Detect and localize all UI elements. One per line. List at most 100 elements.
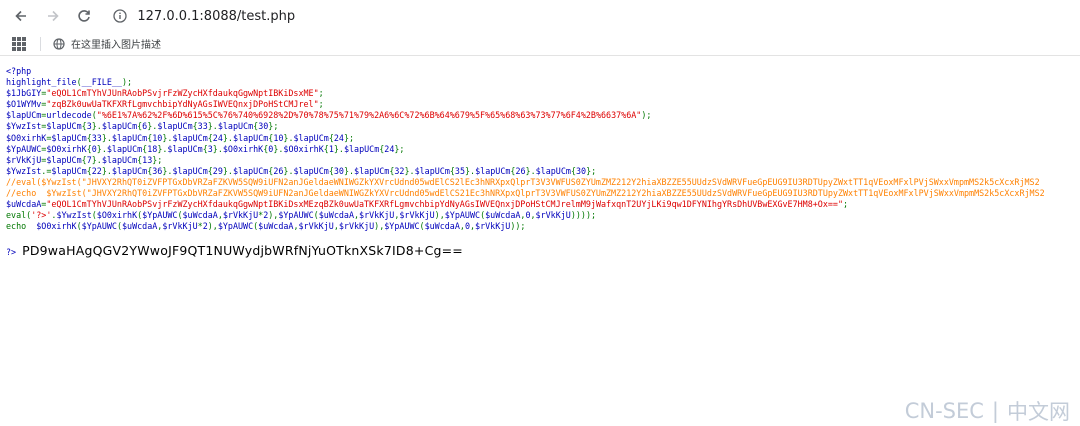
- code-token: }.: [273, 143, 284, 154]
- bookmark-label: 在这里插入图片描述: [71, 40, 161, 51]
- code-token: $uWcdaA: [318, 210, 354, 221]
- code-token: ;: [318, 99, 324, 110]
- watermark-left: CN-SEC: [904, 399, 984, 423]
- code-token: }.: [91, 121, 102, 132]
- code-token: $lapUCm: [172, 132, 208, 143]
- code-token: $rVkKjU: [399, 210, 435, 221]
- code-token: $YpAUWC: [142, 210, 178, 221]
- code-token: $uWcdaA: [485, 210, 521, 221]
- code-token: $lapUCm: [106, 143, 143, 154]
- code-token: 24: [384, 143, 395, 154]
- code-line: $YpAUWC=$O0xirhK{0}.$lapUCm{18}.$lapUCm{…: [6, 144, 1080, 155]
- code-token: 36: [152, 165, 163, 176]
- watermark: CN-SEC | 中文网: [905, 396, 1070, 426]
- code-token: }.: [283, 165, 294, 176]
- code-token: $rVkKjU: [359, 210, 395, 221]
- code-token: $uWcdaA: [424, 221, 460, 232]
- code-token: $YpAUWC: [444, 210, 481, 221]
- code-token: $YpAUWC: [6, 143, 42, 154]
- code-token: $lapUCm: [101, 154, 138, 165]
- code-token: $uWcdaA: [182, 210, 218, 221]
- code-token: $YpAUWC: [217, 221, 254, 232]
- code-token: );: [121, 77, 133, 88]
- code-token: 26: [273, 165, 284, 176]
- code-token: $lapUCm: [535, 165, 571, 176]
- code-token: $lapUCm: [293, 165, 329, 176]
- code-token: $lapUCm: [293, 132, 329, 143]
- code-token: $rVkKjU: [162, 221, 198, 232]
- code-token: "zqBZk0uwUaTKFXRfLgmvchbipYdNyAGsIWVEQnx…: [46, 99, 319, 110]
- watermark-right: 中文网: [1007, 400, 1070, 424]
- code-token: "%6E1%7A%62%2F%6D%615%5C%76%740%6928%2D%…: [96, 110, 642, 121]
- code-line: $rVkKjU=$lapUCm{7}.$lapUCm{13};: [6, 155, 1080, 166]
- code-token: ),: [207, 221, 218, 232]
- code-token: ),: [374, 221, 385, 232]
- code-token: $O0xirhK: [96, 210, 138, 221]
- code-line: $lapUCm=urldecode("%6E1%7A%62%2F%6D%615%…: [6, 110, 1080, 121]
- code-token: $rVkKjU: [222, 210, 259, 221]
- code-token: $YpAUWC: [81, 221, 117, 232]
- code-token: $lapUCm: [6, 110, 42, 121]
- code-token: ),: [268, 210, 279, 221]
- address-bar[interactable]: 127.0.0.1:8088/test.php: [103, 2, 1080, 30]
- bookmark-item[interactable]: 在这里插入图片描述: [53, 36, 161, 51]
- code-token: $lapUCm: [232, 132, 269, 143]
- code-token: }.: [222, 165, 233, 176]
- code-line: <?php: [6, 66, 1080, 77]
- php-source-code: <?php highlight_file(__FILE__); $1JbGIY="e…: [6, 66, 1080, 232]
- code-token: 18: [147, 143, 158, 154]
- code-token: 30: [575, 165, 587, 176]
- code-token: $rVkKjU: [298, 221, 334, 232]
- forward-button[interactable]: [40, 3, 66, 29]
- bookmarks-divider: [40, 36, 41, 51]
- back-button[interactable]: [8, 3, 34, 29]
- apps-grid-icon[interactable]: [12, 36, 26, 51]
- code-token: urldecode: [46, 110, 92, 121]
- code-token: }.: [404, 165, 415, 176]
- url-text[interactable]: 127.0.0.1:8088/test.php: [137, 9, 295, 24]
- code-line: $O0xirhK=$lapUCm{33}.$lapUCm{10}.$lapUCm…: [6, 133, 1080, 144]
- code-token: $uWcdaA: [6, 199, 42, 210]
- code-token: ))));: [570, 210, 597, 221]
- code-token: '?>': [31, 210, 52, 221]
- code-line: echo $O0xirhK($YpAUWC($uWcdaA,$rVkKjU*2)…: [6, 221, 1080, 232]
- code-token: $lapUCm: [46, 154, 82, 165]
- code-token: "eQOL1CmTYhVJUnRAobPSvjrFzWZycHXfdaukqGg…: [46, 199, 844, 210]
- code-token: $lapUCm: [475, 165, 511, 176]
- code-token: }.: [525, 165, 536, 176]
- code-token: $lapUCm: [217, 121, 254, 132]
- code-line: $YwzIst.=$lapUCm{22}.$lapUCm{36}.$lapUCm…: [6, 166, 1080, 177]
- code-token: }.: [465, 165, 476, 176]
- code-token: $O0xirhK: [6, 132, 47, 143]
- reload-button[interactable]: [72, 3, 98, 29]
- watermark-separator: |: [991, 399, 999, 423]
- reload-icon: [78, 10, 91, 22]
- code-token: //echo $YwzIst("JHVXY2RhQT0iZVFPTGxDbVRZ…: [6, 188, 1045, 199]
- code-token: $O0xirhK: [46, 143, 87, 154]
- code-token: }.: [162, 132, 173, 143]
- code-token: $lapUCm: [157, 121, 193, 132]
- code-token: $rVkKjU: [6, 154, 42, 165]
- code-token: $O1WYMv: [6, 99, 42, 110]
- code-token: }.: [91, 154, 102, 165]
- code-line: $YwzIst=$lapUCm{3}.$lapUCm{6}.$lapUCm{33…: [6, 121, 1080, 132]
- code-token: 30: [333, 165, 344, 176]
- code-token: 24: [212, 132, 223, 143]
- code-token: ;: [318, 88, 324, 99]
- code-token: $lapUCm: [46, 121, 82, 132]
- code-token: };: [152, 154, 163, 165]
- code-line: eval('?>'.$YwzIst($O0xirhK($YpAUWC($uWcd…: [6, 210, 1080, 221]
- code-token: $lapUCm: [414, 165, 450, 176]
- bookmarks-bar: 在这里插入图片描述: [0, 32, 1080, 56]
- code-token: $lapUCm: [51, 165, 87, 176]
- code-token: $lapUCm: [354, 165, 390, 176]
- code-token: 32: [394, 165, 405, 176]
- code-token: //eval($YwzIst("JHVXY2RhQT0iZVFPTGxDbVRZ…: [6, 176, 1040, 187]
- code-token: echo: [6, 221, 37, 232]
- code-token: 29: [212, 165, 223, 176]
- code-token: };: [586, 165, 597, 176]
- code-token: $lapUCm: [232, 165, 269, 176]
- code-token: $lapUCm: [343, 143, 380, 154]
- code-token: }.: [343, 165, 355, 176]
- info-icon[interactable]: [111, 7, 129, 25]
